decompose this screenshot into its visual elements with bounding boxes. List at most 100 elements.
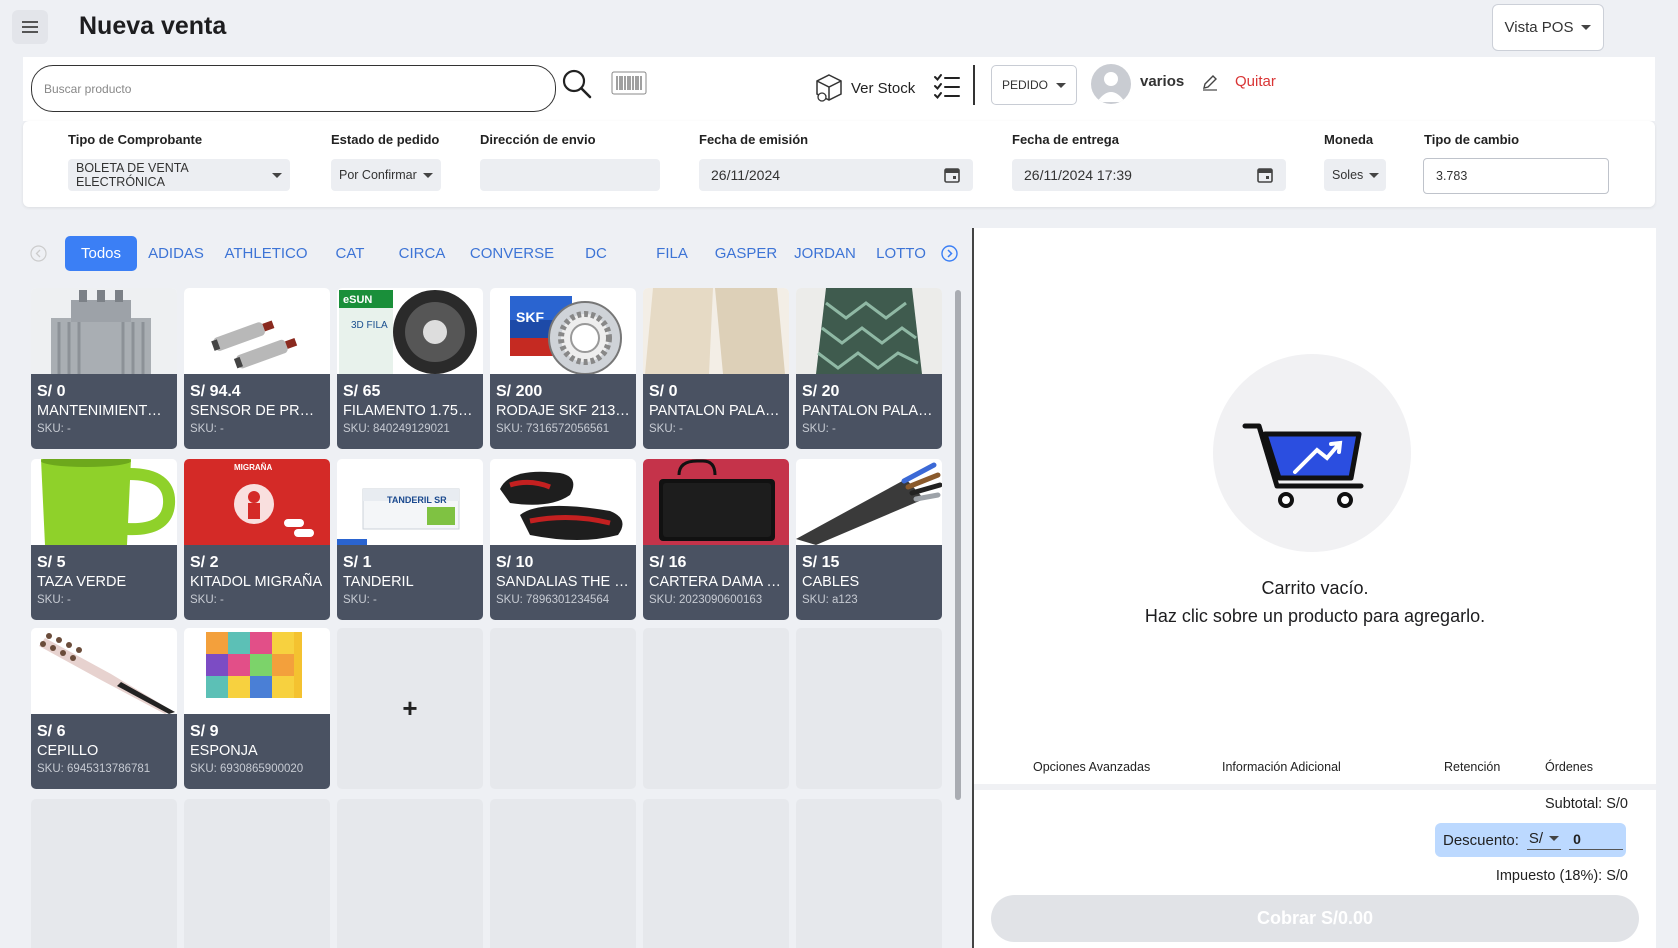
tab-jordan[interactable]: JORDAN	[794, 236, 856, 271]
edit-icon[interactable]	[1201, 73, 1219, 91]
product-image: MIGRAÑA	[184, 459, 330, 545]
tipo-cambio-label: Tipo de cambio	[1424, 132, 1520, 147]
moneda-select[interactable]: Soles	[1324, 159, 1386, 191]
category-tabs: Todos ADIDAS ATHLETICO CAT CIRCA CONVERS…	[23, 230, 958, 276]
tab-todos[interactable]: Todos	[65, 236, 137, 271]
tab-converse[interactable]: CONVERSE	[470, 236, 554, 271]
filament-box-text: 3D FILA	[351, 320, 388, 331]
product-image	[643, 288, 789, 374]
product-card[interactable]: S/ 0 MANTENIMIENTO ... SKU: -	[31, 288, 177, 449]
tab-informacion-adicional[interactable]: Información Adicional	[1222, 760, 1341, 774]
product-image	[796, 288, 942, 374]
product-card[interactable]: eSUN 3D FILA S/ 65 FILAMENTO 1.75M... SKU:…	[337, 288, 483, 449]
product-name: CARTERA DAMA B...	[649, 574, 783, 590]
tab-opciones-avanzadas[interactable]: Opciones Avanzadas	[1033, 760, 1150, 774]
product-card[interactable]: S/ 9 ESPONJA SKU: 6930865900020	[184, 628, 330, 789]
ver-stock-button[interactable]: Ver Stock	[813, 71, 915, 105]
product-card[interactable]: S/ 6 CEPILLO SKU: 6945313786781	[31, 628, 177, 789]
product-name: KITADOL MIGRAÑA	[190, 574, 323, 590]
box-icon	[816, 74, 842, 102]
tab-fila[interactable]: FILA	[654, 236, 690, 271]
checklist-icon[interactable]	[933, 72, 961, 100]
product-sku: SKU: -	[37, 423, 71, 435]
product-card[interactable]: TANDERIL SR S/ 1 TANDERIL SKU: -	[337, 459, 483, 620]
shopping-cart-icon	[1242, 423, 1364, 508]
view-mode-dropdown[interactable]: Vista POS	[1492, 4, 1604, 51]
product-price: S/ 10	[496, 554, 534, 571]
product-card[interactable]: S/ 5 TAZA VERDE SKU: -	[31, 459, 177, 620]
tipo-comprobante-value: BOLETA DE VENTA ELECTRÓNICA	[76, 161, 189, 189]
tab-lotto[interactable]: LOTTO	[876, 236, 926, 271]
empty-slot	[796, 799, 942, 948]
product-card[interactable]: MIGRAÑA S/ 2 KITADOL MIGRAÑA SKU: -	[184, 459, 330, 620]
product-price: S/ 200	[496, 383, 543, 400]
hamburger-icon	[22, 26, 38, 28]
barcode-icon[interactable]	[611, 69, 647, 97]
calendar-icon[interactable]	[943, 166, 961, 184]
menu-button[interactable]	[12, 10, 48, 44]
product-image	[184, 288, 330, 374]
fecha-entrega-input[interactable]: 26/11/2024 17:39	[1012, 159, 1286, 191]
product-image	[184, 628, 330, 714]
product-sku: SKU: 2023090600163	[649, 594, 763, 606]
product-card[interactable]: S/ 94.4 SENSOR DE PROX... SKU: -	[184, 288, 330, 449]
chevron-down-icon	[1056, 82, 1066, 88]
tax-text: Impuesto (18%): S/0	[1495, 868, 1628, 884]
estado-pedido-select[interactable]: Por Confirmar	[331, 159, 441, 191]
product-price: S/ 94.4	[190, 383, 241, 400]
ver-stock-label: Ver Stock	[851, 79, 916, 97]
product-name: PANTALON PALAZ...	[802, 403, 936, 419]
discount-currency-select[interactable]: S/	[1526, 830, 1562, 850]
fecha-emision-label: Fecha de emisión	[699, 132, 809, 147]
cart-empty-subtitle: Haz clic sobre un producto para agregarl…	[1144, 606, 1486, 626]
tipo-cambio-input[interactable]: 3.783	[1423, 158, 1609, 194]
tab-dc[interactable]: DC	[584, 236, 608, 271]
search-icon[interactable]	[561, 68, 593, 100]
tab-adidas[interactable]: ADIDAS	[147, 236, 205, 271]
product-card[interactable]: SKF S/ 200 RODAJE SKF 21308 SKU: 731657205…	[490, 288, 636, 449]
toolbar-divider	[973, 65, 975, 105]
estado-pedido-value: Por Confirmar	[339, 168, 417, 182]
chevron-down-icon	[1549, 836, 1560, 841]
add-product-card[interactable]: +	[337, 628, 483, 789]
chevron-left-icon[interactable]	[30, 245, 47, 262]
tab-cat[interactable]: CAT	[334, 236, 366, 271]
product-price: S/ 0	[649, 383, 678, 400]
product-card[interactable]: S/ 0 PANTALON PALAZ... SKU: -	[643, 288, 789, 449]
calendar-icon[interactable]	[1256, 166, 1274, 184]
tab-retencion[interactable]: Retención	[1444, 760, 1500, 774]
tab-circa[interactable]: CIRCA	[398, 236, 446, 271]
esun-logo-text: eSUN	[343, 294, 372, 306]
empty-slot	[490, 799, 636, 948]
box-brand-text: TANDERIL SR	[387, 495, 447, 505]
product-price: S/ 5	[37, 554, 66, 571]
product-card[interactable]: S/ 20 PANTALON PALAZ... SKU: -	[796, 288, 942, 449]
tab-ordenes[interactable]: Órdenes	[1545, 760, 1593, 774]
scrollbar-thumb[interactable]	[955, 290, 961, 800]
tab-athletico[interactable]: ATHLETICO	[224, 236, 307, 271]
product-name: CEPILLO	[37, 743, 99, 759]
fecha-entrega-label: Fecha de entrega	[1012, 132, 1119, 147]
product-image: SKF	[490, 288, 636, 374]
remove-client-button[interactable]: Quitar	[1235, 73, 1276, 90]
product-sku: SKU: -	[802, 423, 836, 435]
chevron-right-icon[interactable]	[941, 245, 958, 262]
tipo-comprobante-select[interactable]: BOLETA DE VENTA ELECTRÓNICA	[68, 159, 290, 191]
product-card[interactable]: S/ 10 SANDALIAS THE B... SKU: 789630123456…	[490, 459, 636, 620]
tipo-comprobante-label: Tipo de Comprobante	[68, 132, 203, 147]
doc-type-dropdown[interactable]: PEDIDO	[991, 65, 1077, 105]
tab-gasper[interactable]: GASPER	[715, 236, 778, 271]
product-price: S/ 1	[343, 554, 372, 571]
charge-button[interactable]: Cobrar S/0.00	[991, 895, 1639, 942]
avatar	[1091, 64, 1131, 104]
product-grid-scrollbar[interactable]	[953, 280, 962, 948]
product-price: S/ 9	[190, 723, 219, 740]
product-card[interactable]: S/ 15 CABLES SKU: a123	[796, 459, 942, 620]
product-card[interactable]: S/ 16 CARTERA DAMA B... SKU: 2023090600163	[643, 459, 789, 620]
product-sku: SKU: -	[190, 594, 224, 606]
discount-input[interactable]	[1569, 830, 1624, 850]
fecha-emision-input[interactable]: 26/11/2024	[699, 159, 973, 191]
search-input[interactable]	[31, 65, 556, 112]
direccion-envio-input[interactable]	[480, 159, 660, 191]
product-image	[31, 459, 177, 545]
